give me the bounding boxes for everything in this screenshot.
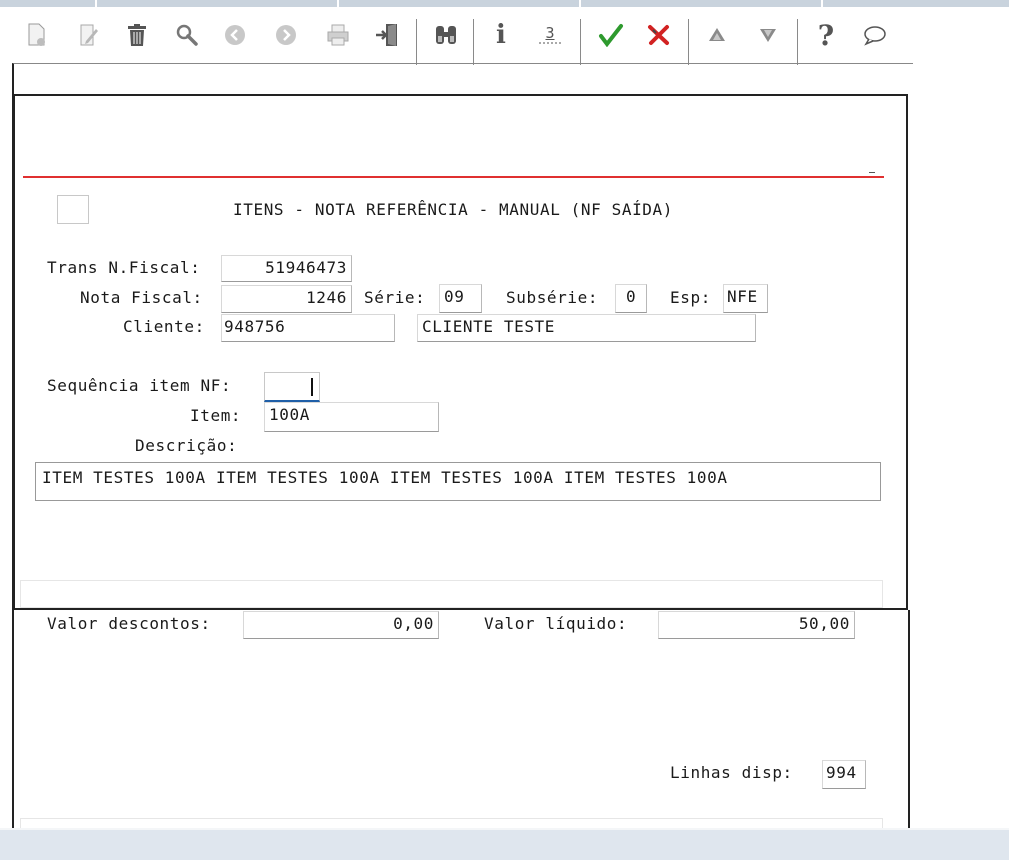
find-icon[interactable] <box>432 21 460 49</box>
liquido-field[interactable]: 50,00 <box>658 611 855 639</box>
tab-1[interactable] <box>0 0 97 7</box>
cliente-label: Cliente: <box>123 317 205 336</box>
desc-label: Descrição: <box>135 436 238 455</box>
toolbar-separator <box>797 19 798 65</box>
up-icon[interactable] <box>703 21 731 49</box>
tab-5[interactable] <box>823 0 1009 7</box>
exit-icon[interactable] <box>373 21 401 49</box>
nota-label: Nota Fiscal: <box>80 288 203 307</box>
confirm-icon[interactable] <box>597 21 625 49</box>
next-icon[interactable] <box>272 21 300 49</box>
delete-icon[interactable] <box>123 21 151 49</box>
copy-icon[interactable]: 3 <box>536 21 564 49</box>
cliente-name-field[interactable]: CLIENTE TESTE <box>417 314 756 342</box>
descontos-field[interactable]: 0,00 <box>243 611 439 639</box>
frame-border <box>908 610 910 830</box>
trans-label: Trans N.Fiscal: <box>47 258 201 277</box>
cliente-code-field[interactable]: 948756 <box>221 314 395 342</box>
seq-label: Sequência item NF: <box>47 376 232 395</box>
info-icon[interactable]: i <box>487 20 515 50</box>
empty-panel <box>20 580 883 608</box>
subserie-label: Subsérie: <box>506 288 599 307</box>
subserie-field[interactable]: 0 <box>615 284 647 313</box>
linhas-label: Linhas disp: <box>670 763 793 782</box>
dialog-window <box>13 94 908 610</box>
liquido-label: Valor líquido: <box>484 614 628 633</box>
select-checkbox[interactable] <box>57 195 89 224</box>
tab-4[interactable] <box>581 0 823 7</box>
print-icon[interactable] <box>324 21 352 49</box>
description-field[interactable]: ITEM TESTES 100A ITEM TESTES 100A ITEM T… <box>35 462 881 501</box>
esp-label: Esp: <box>670 288 711 307</box>
serie-label: Série: <box>364 288 426 307</box>
toolbar: i 3 ? <box>13 7 913 65</box>
tab-strip <box>0 0 1009 7</box>
edit-icon[interactable] <box>75 21 103 49</box>
new-record-icon[interactable] <box>23 21 51 49</box>
toolbar-separator <box>416 19 417 65</box>
help-icon[interactable]: ? <box>812 19 840 52</box>
toolbar-separator <box>473 19 474 65</box>
linhas-field[interactable]: 994 <box>822 760 866 789</box>
text-caret <box>311 378 313 396</box>
chat-icon[interactable] <box>861 21 889 49</box>
toolbar-separator <box>580 19 581 65</box>
item-label: Item: <box>190 406 242 425</box>
search-icon[interactable] <box>173 21 201 49</box>
item-field[interactable]: 100A <box>264 402 439 432</box>
descontos-label: Valor descontos: <box>47 614 211 633</box>
copy-icon-glyph: 3 <box>545 24 555 42</box>
previous-icon[interactable] <box>221 21 249 49</box>
status-bar <box>0 830 1009 860</box>
cancel-icon[interactable] <box>645 21 673 49</box>
nota-field[interactable]: 1246 <box>221 285 352 313</box>
toolbar-separator <box>688 19 689 65</box>
serie-field[interactable]: 09 <box>439 284 482 313</box>
esp-field[interactable]: NFE <box>723 284 768 313</box>
minimize-mark[interactable] <box>869 172 875 173</box>
down-icon[interactable] <box>754 21 782 49</box>
dialog-title: ITENS - NOTA REFERÊNCIA - MANUAL (NF SAÍ… <box>233 200 674 219</box>
tab-3[interactable] <box>339 0 581 7</box>
trans-field[interactable]: 51946473 <box>221 255 352 282</box>
tab-2[interactable] <box>97 0 339 7</box>
dialog-accent-line <box>23 176 884 178</box>
